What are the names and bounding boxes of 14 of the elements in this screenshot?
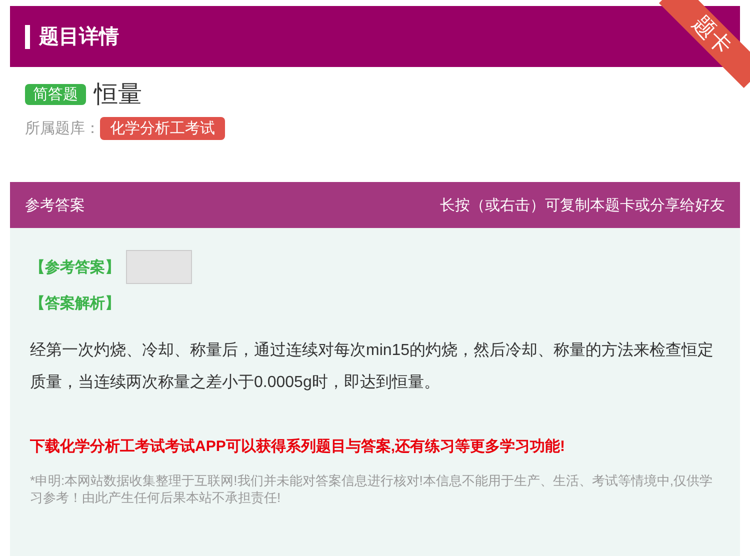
header-title: 题目详情 [39,24,119,50]
section-title: 参考答案 [25,196,85,214]
analysis-label: 【答案解析】 [30,294,121,313]
analysis-text: 经第一次灼烧、冷却、称量后，通过连续对每次min15的灼烧，然后冷却、称量的方法来检查恒定质量，当连续两次称量之差小于0.0005g时，即达到恒量。 [30,340,715,393]
disclaimer-text: *申明:本网站数据收集整理于互联网!我们并未能对答案信息进行核对!本信息不能用于生产、生活、考试等情境中,仅供学习参考！由此产生任何后果本站不承担责任! [30,472,714,506]
copy-hint: 长按（或右击）可复制本题卡或分享给好友 [440,196,725,214]
question-type-badge: 简答题 [25,84,86,104]
question-title: 恒量 [94,80,142,110]
library-tag[interactable]: 化学分析工考试 [100,117,225,140]
library-label: 所属题库： [25,119,100,138]
promo-text[interactable]: 下载化学分析工考试考试APP可以获得系列题目与答案,还有练习等更多学习功能! [30,437,720,456]
title-marker [25,24,30,48]
answer-label: 【参考答案】 [30,258,120,276]
answer-image [126,250,192,284]
